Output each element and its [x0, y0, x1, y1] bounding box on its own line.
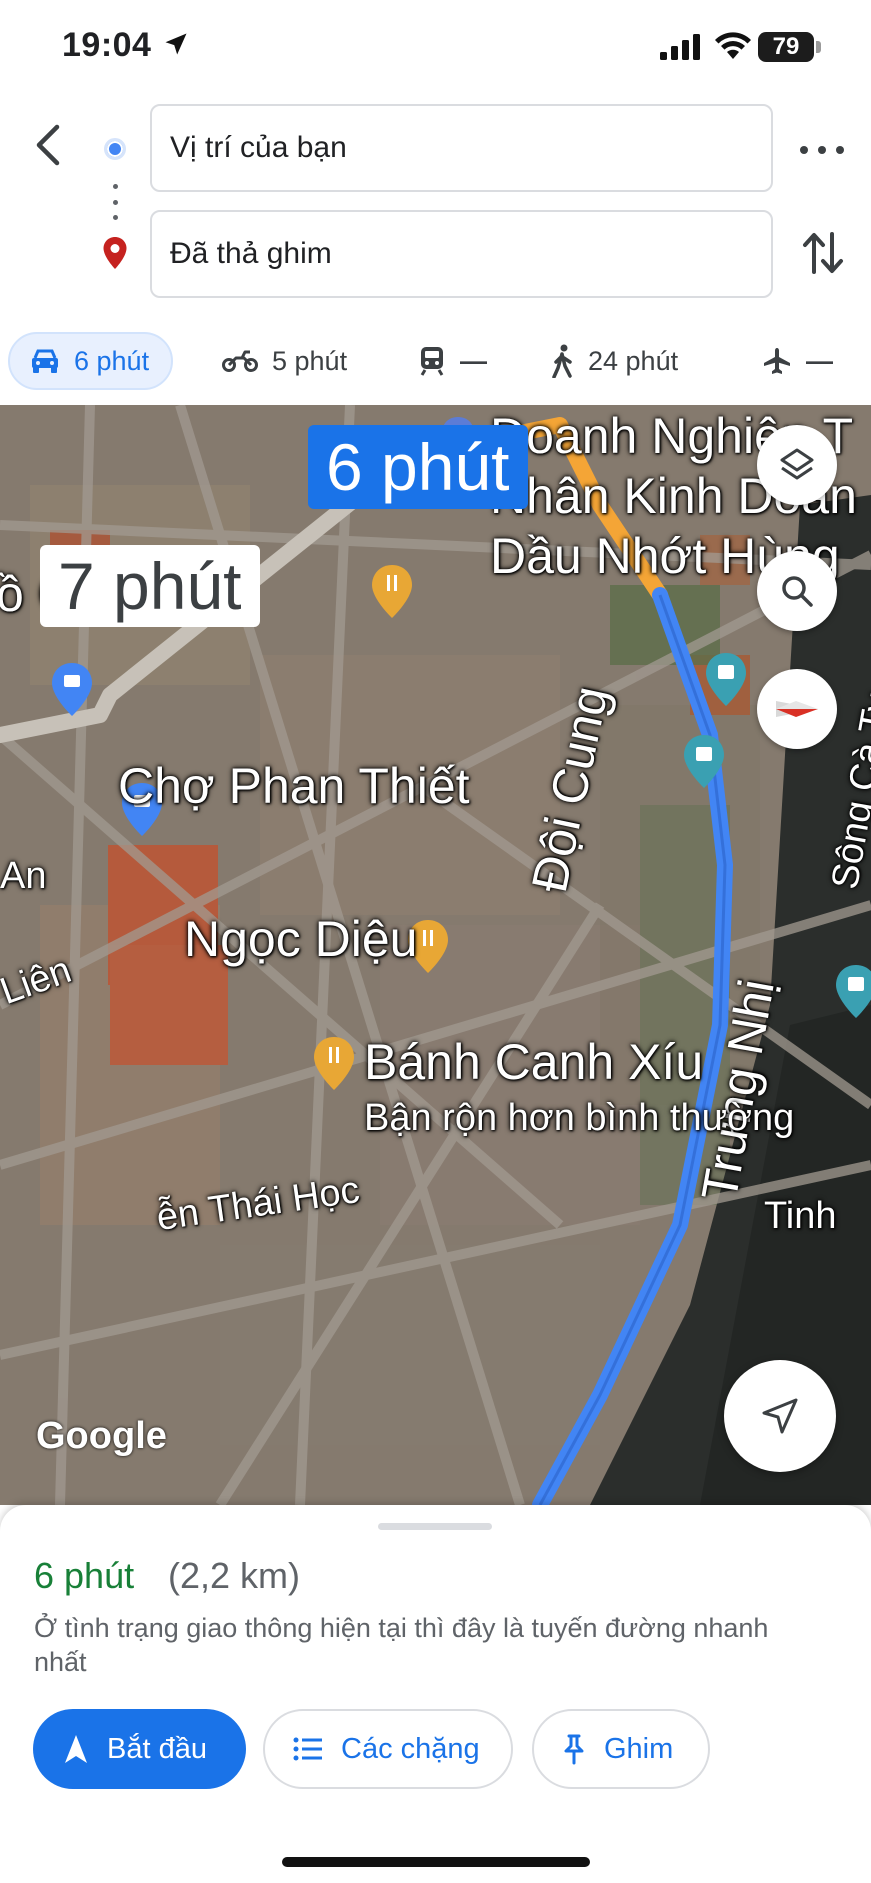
route-distance: (2,2 km) [168, 1555, 301, 1596]
tab-flight-label: — [806, 345, 833, 376]
origin-input[interactable]: Vị trí của bạn [150, 104, 773, 192]
tab-driving[interactable]: 6 phút [8, 332, 174, 390]
walk-icon [552, 344, 572, 378]
map-label-banh-canh-xiu: Bánh Canh Xíu [364, 1034, 704, 1090]
map-label-banh-canh-status: Bận rộn hơn bình thường [364, 1097, 795, 1139]
battery-indicator: 79 [758, 32, 814, 62]
destination-input[interactable]: Đã thả ghim [150, 210, 773, 298]
list-icon [293, 1737, 322, 1761]
route-duration: 6 phút [34, 1555, 135, 1596]
tab-motorbike-label: 5 phút [272, 345, 348, 376]
start-label: Bắt đầu [107, 1732, 207, 1765]
transit-icon [420, 347, 444, 376]
location-arrow-icon [165, 33, 187, 55]
swap-locations-icon[interactable] [800, 228, 846, 278]
tab-motorbike[interactable]: 5 phút [222, 332, 347, 390]
map-view[interactable]: Doanh Nghiệp T Nhân Kinh Doan Dầu Nhớt H… [0, 405, 871, 1505]
motorbike-icon [222, 350, 258, 372]
search-along-route-button[interactable] [757, 551, 837, 631]
wifi-icon [715, 32, 751, 59]
tab-transit[interactable]: — [418, 332, 487, 390]
navigation-arrow-icon [762, 1398, 798, 1434]
tab-flight[interactable]: — [762, 332, 833, 390]
route-note: Ở tình trạng giao thông hiện tại thì đây… [34, 1613, 769, 1677]
recenter-button[interactable] [724, 1360, 836, 1472]
back-button[interactable] [24, 118, 70, 172]
more-options-button[interactable] [800, 130, 844, 170]
tab-walking[interactable]: 24 phút [550, 332, 678, 390]
pin-button[interactable]: Ghim [532, 1709, 710, 1789]
battery-tip [816, 41, 821, 53]
route-time-bubble-primary[interactable]: 6 phút [308, 425, 528, 509]
layers-icon [780, 448, 814, 480]
google-logo: Google [36, 1415, 167, 1457]
status-bar: 19:04 79 [0, 0, 871, 100]
pin-icon [564, 1734, 584, 1765]
layers-button[interactable] [757, 425, 837, 505]
flight-icon [764, 348, 790, 374]
status-time: 19:04 [62, 26, 152, 64]
map-label-ngoc-dieu: Ngọc Diệu [184, 911, 418, 967]
cellular-signal-icon [660, 34, 700, 60]
route-time-bubble-alt[interactable]: 7 phút [40, 545, 260, 627]
route-details-sheet[interactable]: 6 phút (2,2 km) Ở tình trạng giao thông … [0, 1505, 871, 1883]
map-label-an: An [0, 855, 47, 897]
start-navigation-button[interactable]: Bắt đầu [33, 1709, 246, 1789]
steps-button[interactable]: Các chặng [263, 1709, 513, 1789]
compass-button[interactable] [757, 669, 837, 749]
pin-label: Ghim [604, 1732, 674, 1765]
compass-icon [776, 701, 818, 717]
home-indicator[interactable] [282, 1857, 590, 1867]
navigation-arrow-icon [65, 1735, 87, 1763]
travel-mode-tabs: 6 phút 5 phút — 24 phút — [0, 328, 871, 398]
tab-walking-label: 24 phút [588, 345, 679, 376]
steps-label: Các chặng [341, 1732, 480, 1765]
chevron-left-icon [36, 124, 60, 166]
map-label-tinh: Tinh [764, 1195, 837, 1237]
map-label-cho-phan-thiet: Chợ Phan Thiết [118, 758, 470, 814]
origin-dot-icon [104, 138, 126, 160]
search-icon [782, 576, 813, 607]
tab-transit-label: — [460, 345, 487, 376]
route-connector-dots [112, 184, 118, 220]
sheet-drag-handle[interactable] [378, 1523, 492, 1530]
destination-pin-icon [103, 237, 127, 269]
car-icon [32, 349, 58, 373]
tab-driving-label: 6 phút [74, 345, 150, 376]
